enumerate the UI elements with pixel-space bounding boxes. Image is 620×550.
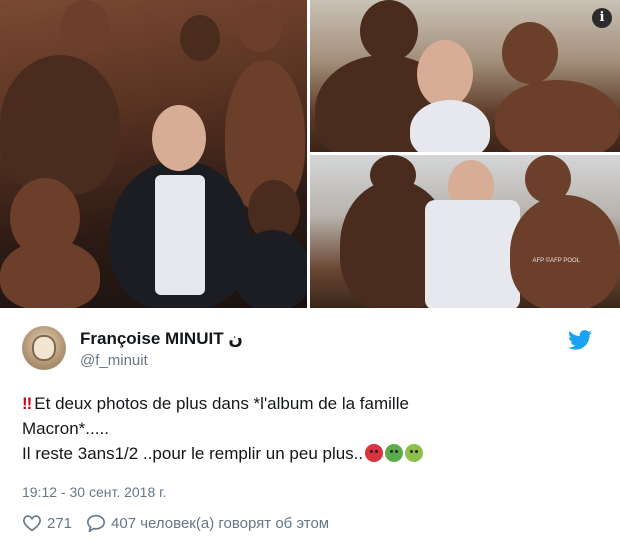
photo-main[interactable] [0,0,307,308]
like-count: 271 [47,514,73,532]
author-handle[interactable]: @f_minuit [80,352,148,369]
tweet-media: i AFP ©AFP POOL [0,0,620,308]
vomiting-face-icon [405,444,424,462]
author-name[interactable]: Françoise MINUIT ن [80,329,243,349]
twitter-bird-icon[interactable] [568,330,592,350]
info-icon[interactable]: i [592,8,612,28]
reply-button[interactable]: 407 человек(а) говорят об этом [86,514,329,532]
watermark: AFP ©AFP POOL [532,258,580,264]
angry-face-icon [365,444,384,462]
like-button[interactable]: 271 [22,514,72,532]
speech-bubble-icon [87,514,106,532]
photo-bottom-right[interactable]: AFP ©AFP POOL [310,155,620,308]
heart-icon [23,515,41,532]
nauseated-face-icon [385,444,404,462]
double-exclamation-icon: ‼ [22,394,32,413]
photo-top-right[interactable]: i [310,0,620,152]
tweet-timestamp[interactable]: 19:12 - 30 сент. 2018 г. [22,484,166,500]
reply-count-text: 407 человек(а) говорят об этом [111,514,330,532]
avatar[interactable] [22,326,66,370]
tweet-actions: 271 407 человек(а) говорят об этом [22,514,343,532]
tweet-text: ‼ Et deux photos de plus dans *l'album de… [22,391,602,466]
